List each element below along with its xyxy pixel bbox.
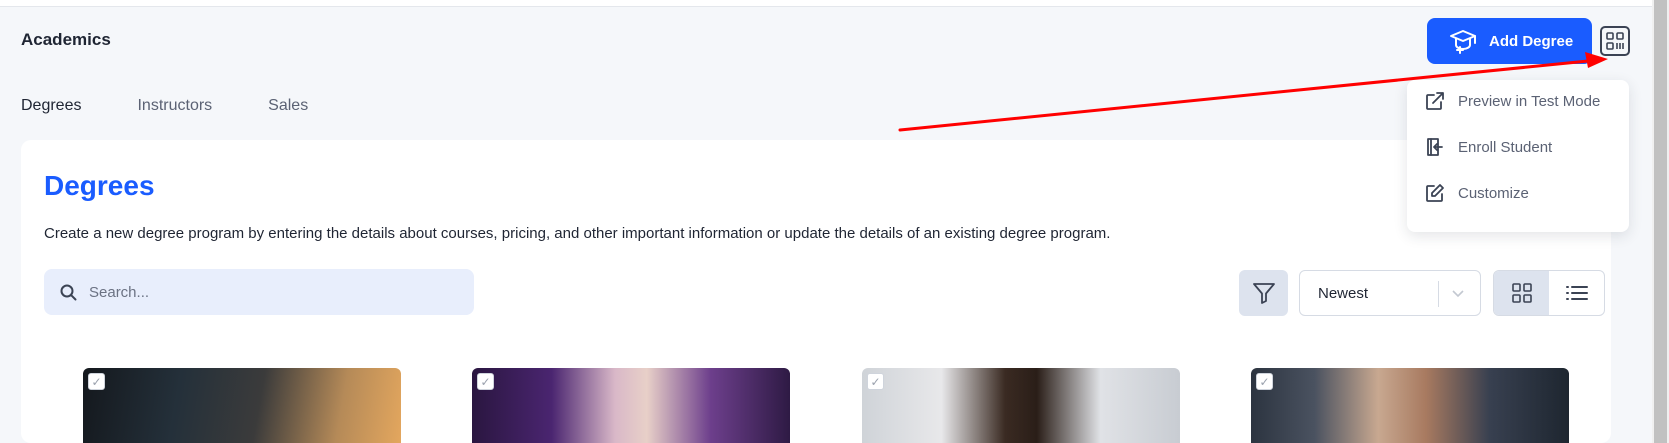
- list-view-button[interactable]: [1549, 271, 1604, 315]
- chevron-down-icon: [1452, 290, 1464, 298]
- select-checkbox[interactable]: ✓: [1256, 373, 1273, 390]
- tab-instructors[interactable]: Instructors: [137, 97, 212, 115]
- search-input[interactable]: [89, 283, 449, 301]
- degree-card-image[interactable]: ✓: [1251, 368, 1569, 443]
- select-checkbox[interactable]: ✓: [88, 373, 105, 390]
- top-border: [0, 0, 1652, 7]
- menu-item-label: Customize: [1458, 184, 1529, 202]
- degree-card-image[interactable]: ✓: [83, 368, 401, 443]
- sort-select[interactable]: Newest: [1299, 270, 1481, 316]
- scrollbar-thumb[interactable]: [1654, 0, 1667, 443]
- enroll-icon: [1427, 138, 1443, 156]
- tab-bar: Degrees Instructors Sales: [21, 97, 364, 115]
- filter-button[interactable]: [1239, 270, 1288, 316]
- actions-dropdown-menu: Preview in Test Mode Enroll Student Cust…: [1407, 80, 1629, 232]
- select-divider: [1438, 281, 1439, 307]
- degree-card-image[interactable]: ✓: [862, 368, 1180, 443]
- external-link-icon: [1426, 92, 1444, 110]
- edit-icon: [1426, 184, 1444, 202]
- graduation-cap-icon: [1450, 30, 1476, 54]
- grid-view-button[interactable]: [1494, 271, 1549, 315]
- page-title: Academics: [21, 30, 111, 49]
- search-icon: [60, 284, 77, 300]
- scrollbar[interactable]: [1652, 0, 1669, 443]
- grid-view-icon: [1511, 283, 1532, 303]
- search-box: [44, 269, 474, 315]
- view-toggle: [1493, 270, 1605, 316]
- select-checkbox[interactable]: ✓: [477, 373, 494, 390]
- tab-degrees[interactable]: Degrees: [21, 97, 81, 115]
- menu-item-label: Enroll Student: [1458, 138, 1553, 156]
- add-degree-button[interactable]: Add Degree: [1427, 18, 1592, 64]
- degree-card-image[interactable]: ✓: [472, 368, 790, 443]
- filter-icon: [1252, 283, 1275, 304]
- sort-value: Newest: [1318, 284, 1369, 302]
- section-description: Create a new degree program by entering …: [44, 225, 1111, 242]
- tab-sales[interactable]: Sales: [268, 97, 308, 115]
- more-actions-button[interactable]: [1600, 26, 1630, 56]
- menu-item-label: Preview in Test Mode: [1458, 92, 1601, 110]
- list-view-icon: [1565, 286, 1588, 300]
- menu-item-enroll-student[interactable]: Enroll Student: [1425, 137, 1552, 157]
- section-title: Degrees: [44, 170, 155, 201]
- grid-menu-icon: [1606, 32, 1624, 50]
- select-checkbox[interactable]: ✓: [867, 373, 884, 390]
- degrees-panel: Degrees Create a new degree program by e…: [21, 140, 1611, 443]
- add-degree-label: Add Degree: [1489, 32, 1574, 50]
- menu-item-preview-test-mode[interactable]: Preview in Test Mode: [1425, 91, 1600, 111]
- menu-item-customize[interactable]: Customize: [1425, 183, 1529, 203]
